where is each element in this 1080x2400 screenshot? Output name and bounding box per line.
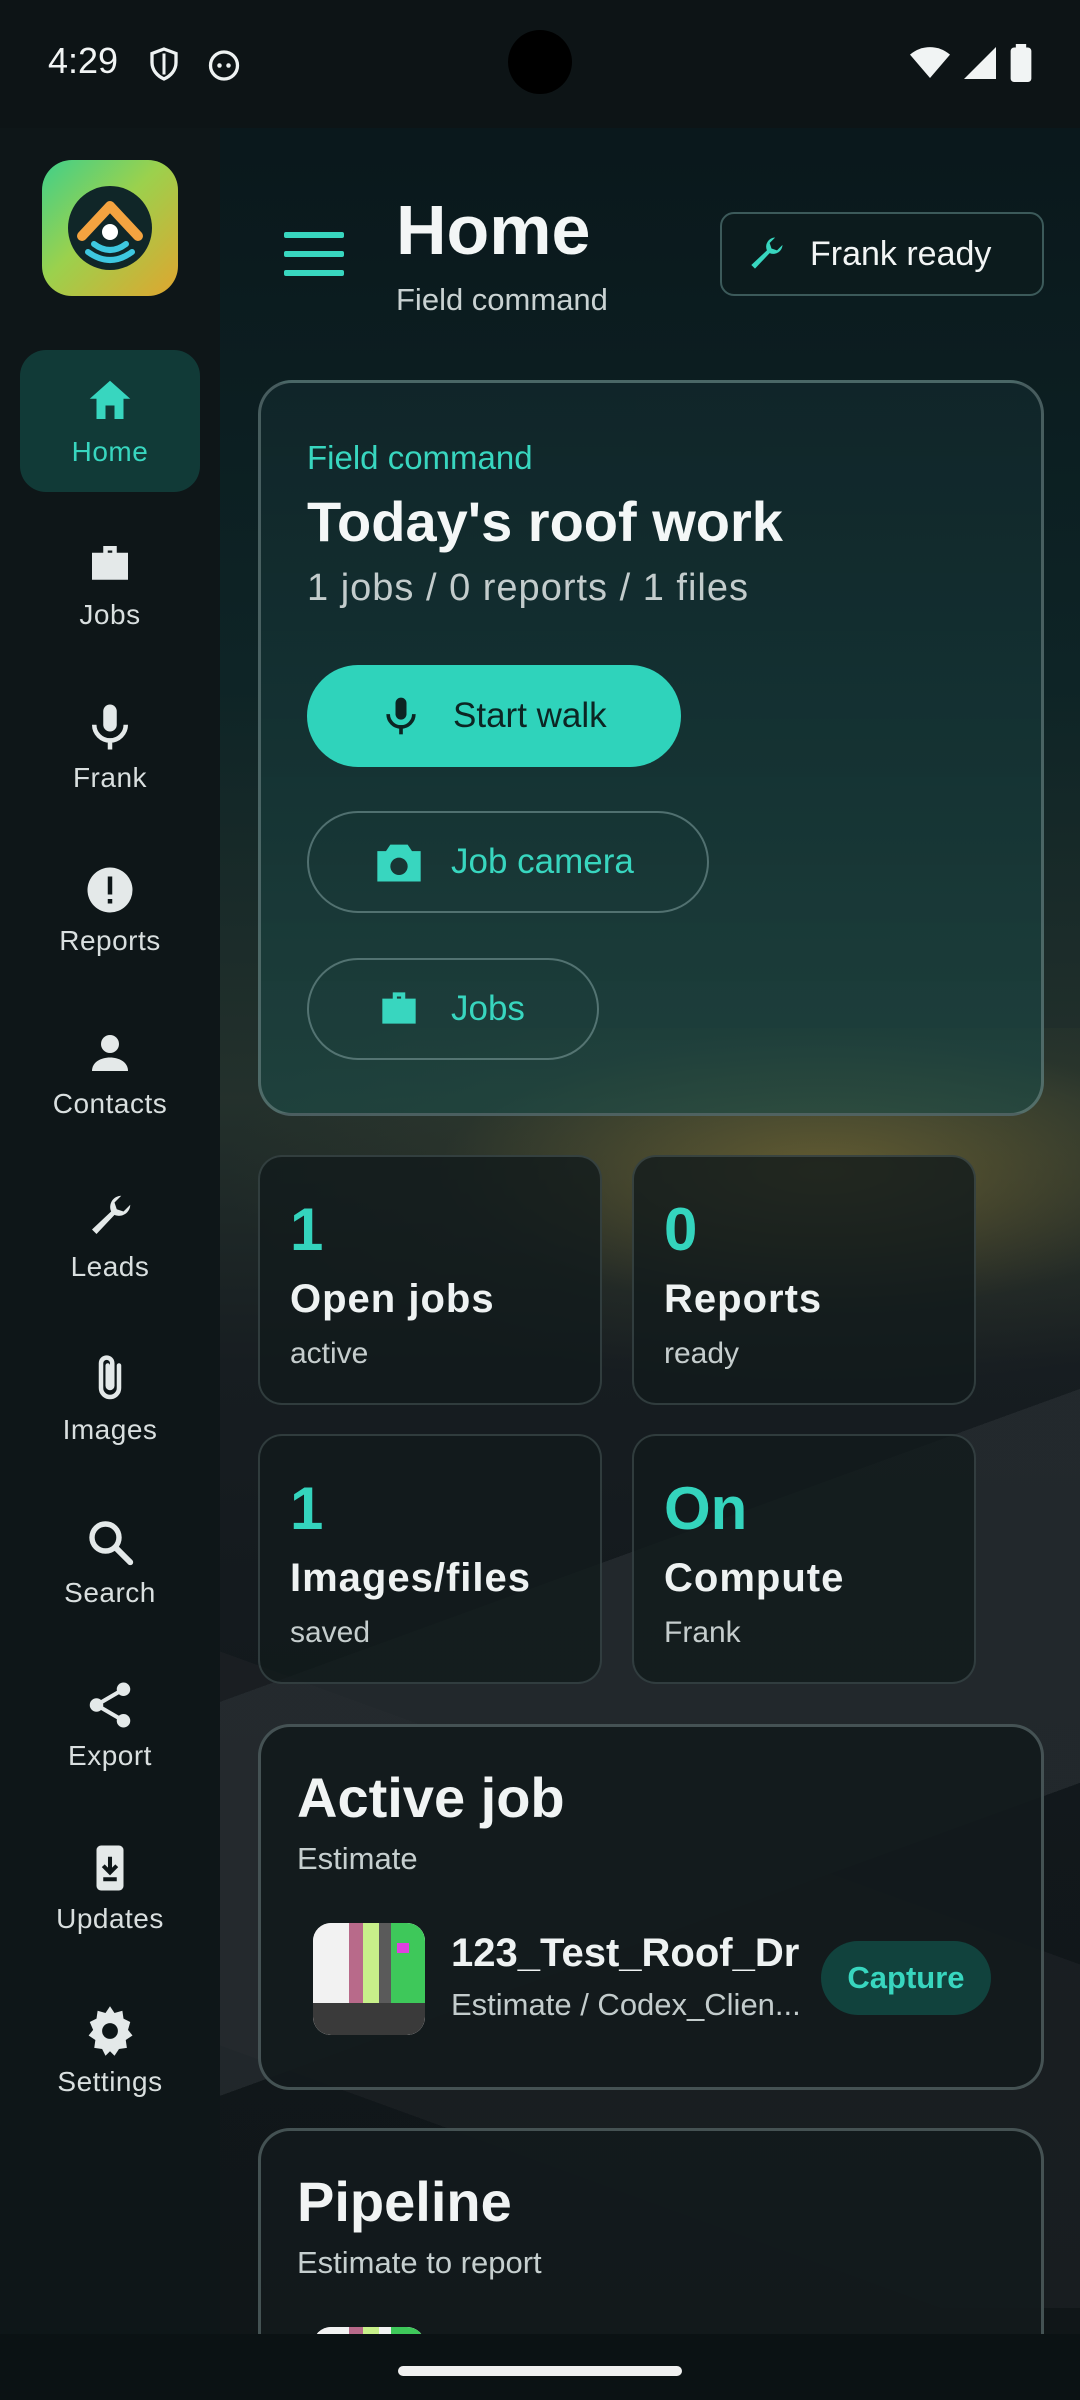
nav-item-search[interactable]: Search: [20, 1491, 200, 1633]
stat-title: Reports: [664, 1277, 823, 1321]
nav-item-frank[interactable]: Frank: [20, 676, 200, 818]
stat-subtitle: saved: [290, 1616, 371, 1649]
app-logo-icon: [68, 186, 152, 270]
wrench-icon: [751, 237, 783, 269]
shield-icon: [150, 47, 178, 81]
hamburger-menu-icon: [284, 232, 344, 276]
status-time: 4:29: [48, 40, 119, 81]
job-thumbnail: [313, 1923, 425, 2035]
stat-value: 1: [290, 1475, 324, 1542]
camera-cutout: [508, 30, 572, 94]
nav-item-home[interactable]: Home: [20, 350, 200, 492]
card-summary: 1 jobs / 0 reports / 1 files: [307, 567, 749, 609]
card-subtitle: Estimate to report: [297, 2245, 542, 2280]
nav-item-images[interactable]: Images: [20, 1328, 200, 1470]
signal-icon: [964, 47, 996, 79]
nav-item-jobs[interactable]: Jobs: [20, 513, 200, 655]
job-camera-label: Job camera: [451, 842, 634, 881]
field-command-card: Field command Today's roof work 1 jobs /…: [258, 380, 1044, 1116]
share-icon: [89, 1682, 131, 1728]
stat-subtitle: Frank: [664, 1616, 741, 1649]
microphone-icon: [92, 704, 128, 750]
nav-label: Frank: [72, 762, 148, 793]
gear-icon: [88, 2006, 133, 2056]
job-camera-button[interactable]: Job camera: [307, 811, 709, 913]
card-title: Pipeline: [297, 2170, 512, 2233]
stat-title: Compute: [664, 1556, 845, 1600]
wifi-icon: [910, 47, 950, 78]
nav-label: Updates: [56, 1903, 164, 1934]
card-title: Active job: [297, 1766, 565, 1829]
nav-label: Reports: [59, 925, 161, 956]
stat-card-compute[interactable]: On Compute Frank: [632, 1434, 976, 1684]
stat-subtitle: active: [290, 1337, 369, 1370]
nav-label: Images: [62, 1414, 158, 1445]
stat-card-open-jobs[interactable]: 1 Open jobs active: [258, 1155, 602, 1405]
capture-button[interactable]: Capture: [821, 1941, 991, 2015]
nav-label: Export: [68, 1740, 152, 1771]
system-navigation-bar: [0, 2334, 1080, 2400]
stat-value: On: [664, 1475, 748, 1542]
briefcase-icon: [382, 992, 416, 1024]
search-icon: [89, 1521, 134, 1566]
frank-status-button[interactable]: Frank ready: [720, 212, 1044, 296]
microphone-icon: [386, 697, 416, 735]
nav-item-reports[interactable]: Reports: [20, 839, 200, 981]
nav-item-contacts[interactable]: Contacts: [20, 1002, 200, 1144]
wrench-icon: [92, 1195, 131, 1234]
navigation-rail: Home Jobs Frank Reports Contacts Leads I…: [0, 128, 220, 2334]
job-name: 123_Test_Roof_Dr: [451, 1931, 800, 1975]
nav-item-updates[interactable]: Updates: [20, 1817, 200, 1959]
stat-card-reports[interactable]: 0 Reports ready: [632, 1155, 976, 1405]
job-row[interactable]: 123_Test_Roof_Dr Estimate / Codex_Clien.…: [313, 1923, 1013, 2035]
card-eyebrow: Field command: [307, 439, 533, 476]
page-subtitle: Field command: [396, 282, 608, 317]
nav-label: Settings: [57, 2066, 163, 2097]
nav-item-leads[interactable]: Leads: [20, 1165, 200, 1307]
stat-title: Images/files: [290, 1556, 532, 1600]
menu-button[interactable]: [282, 228, 346, 280]
active-job-card: Active job Estimate 123_Test_Roof_Dr Est…: [258, 1724, 1044, 2090]
jobs-label: Jobs: [451, 989, 525, 1028]
card-title: Today's roof work: [307, 490, 783, 553]
nav-item-export[interactable]: Export: [20, 1654, 200, 1796]
page-title: Home: [396, 191, 591, 269]
nav-label: Contacts: [52, 1088, 168, 1119]
stat-subtitle: ready: [664, 1337, 740, 1370]
alert-icon: [87, 867, 133, 913]
frank-status-label: Frank ready: [810, 234, 992, 273]
job-meta: Estimate / Codex_Clien...: [451, 1987, 801, 2022]
battery-icon: [1010, 44, 1032, 82]
stat-value: 1: [290, 1196, 324, 1263]
android-face-icon: [208, 50, 240, 81]
stat-card-images-files[interactable]: 1 Images/files saved: [258, 1434, 602, 1684]
nav-label: Leads: [70, 1251, 150, 1282]
jobs-button[interactable]: Jobs: [307, 958, 599, 1060]
app-logo: [42, 160, 178, 296]
nav-item-settings[interactable]: Settings: [20, 1980, 200, 2122]
status-bar: 4:29: [0, 0, 1080, 128]
download-icon: [96, 1845, 124, 1891]
card-subtitle: Estimate: [297, 1841, 418, 1876]
stat-value: 0: [664, 1196, 698, 1263]
nav-label: Search: [64, 1577, 156, 1608]
start-walk-label: Start walk: [453, 696, 607, 735]
home-gesture-handle[interactable]: [398, 2366, 682, 2376]
nav-label: Jobs: [79, 599, 141, 630]
paperclip-icon: [98, 1355, 122, 1400]
person-icon: [92, 1035, 128, 1071]
nav-label: Home: [71, 436, 149, 467]
home-icon: [89, 380, 131, 419]
camera-icon: [377, 844, 421, 882]
start-walk-button[interactable]: Start walk: [307, 665, 681, 767]
briefcase-icon: [92, 546, 128, 580]
stat-title: Open jobs: [290, 1277, 495, 1321]
